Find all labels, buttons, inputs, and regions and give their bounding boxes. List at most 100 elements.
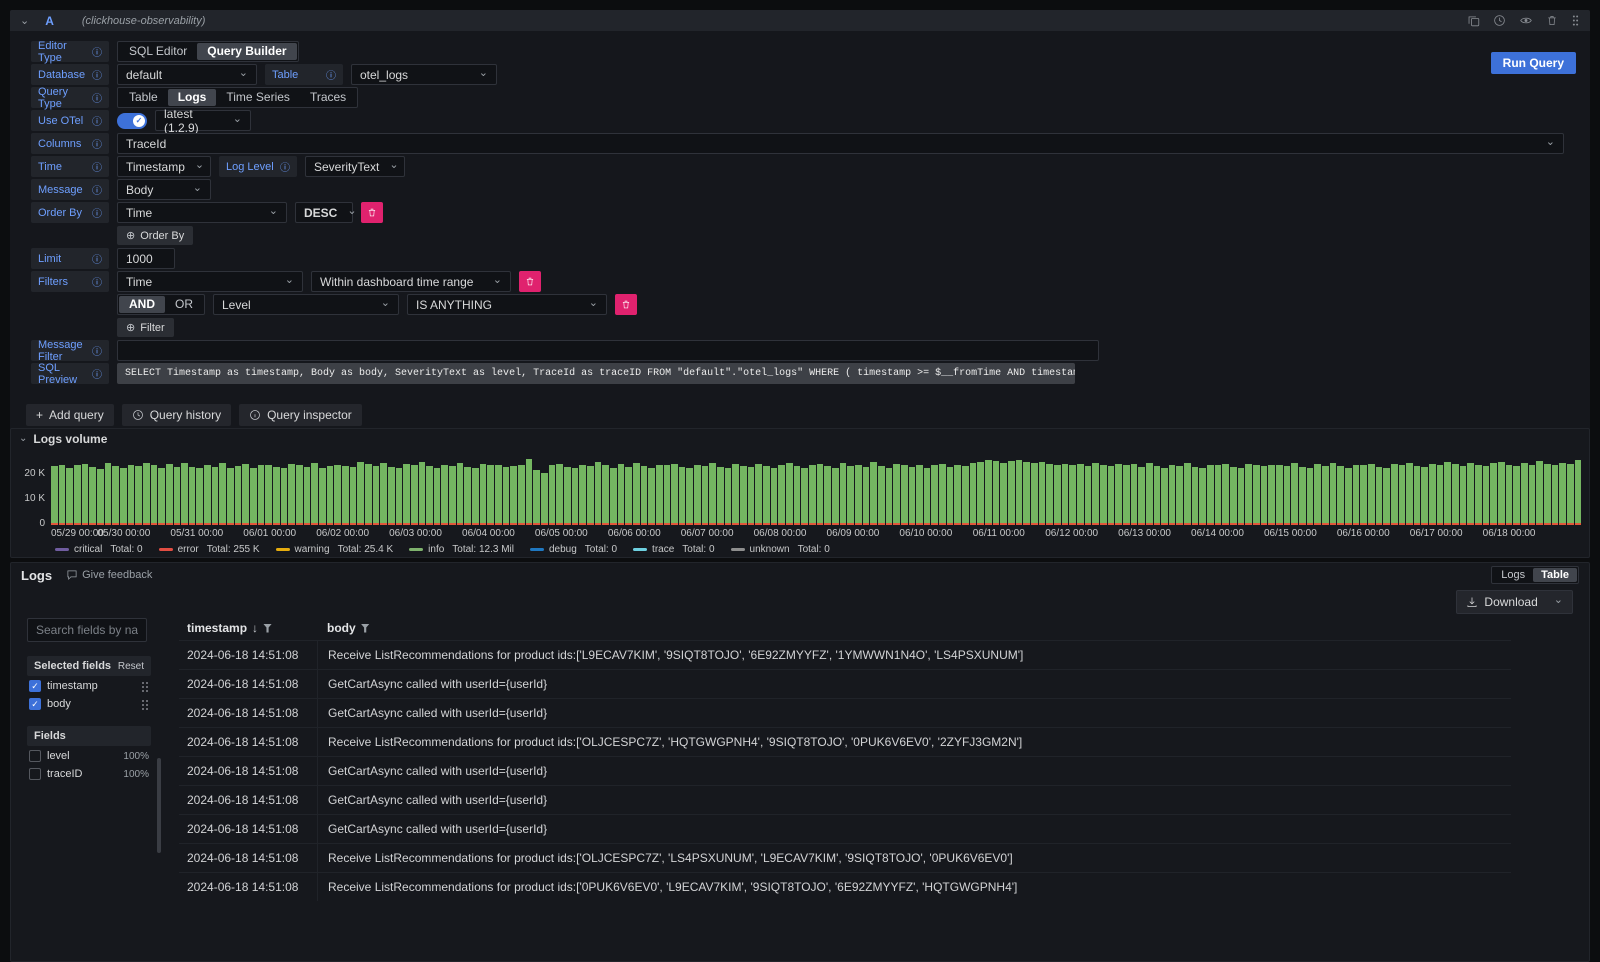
otel-version-select[interactable]: latest (1.2.9)⌄ xyxy=(155,110,251,131)
delete-query-icon[interactable] xyxy=(1546,14,1558,27)
field-checkbox[interactable]: ✓ xyxy=(29,698,41,710)
option-sql-editor[interactable]: SQL Editor xyxy=(119,43,197,60)
drag-handle-icon[interactable] xyxy=(1571,14,1580,27)
field-checkbox[interactable]: ✓ xyxy=(29,680,41,692)
legend-item-debug[interactable]: debugTotal: 0 xyxy=(530,544,617,555)
logs-volume-plot[interactable] xyxy=(51,453,1581,525)
run-query-button[interactable]: Run Query xyxy=(1491,52,1576,74)
info-icon[interactable]: ⓘ xyxy=(326,67,336,82)
legend-item-unknown[interactable]: unknownTotal: 0 xyxy=(731,544,830,555)
hide-response-eye-icon[interactable] xyxy=(1519,14,1533,27)
filter-field-select[interactable]: Time⌄ xyxy=(117,271,303,292)
filter-funnel-icon[interactable] xyxy=(361,624,370,633)
order-by-field-select[interactable]: Time⌄ xyxy=(117,202,287,223)
info-icon[interactable]: ⓘ xyxy=(92,90,102,105)
log-table-row[interactable]: 2024-06-18 14:51:08GetCartAsync called w… xyxy=(179,698,1511,727)
use-otel-toggle[interactable]: ✓ xyxy=(117,113,147,129)
log-table-row[interactable]: 2024-06-18 14:51:08GetCartAsync called w… xyxy=(179,669,1511,698)
log-table-row[interactable]: 2024-06-18 14:51:08Receive ListRecommend… xyxy=(179,872,1511,901)
field-checkbox[interactable] xyxy=(29,750,41,762)
legend-series-name: debug xyxy=(549,544,577,555)
option-traces[interactable]: Traces xyxy=(300,89,356,106)
info-icon[interactable]: ⓘ xyxy=(92,274,102,289)
download-button[interactable]: Download ⌄ xyxy=(1456,590,1573,614)
timestamp-column-header[interactable]: timestamp ↓ xyxy=(179,621,317,635)
info-icon[interactable]: ⓘ xyxy=(92,343,102,358)
option-logs[interactable]: Logs xyxy=(1493,568,1533,582)
volume-bar xyxy=(327,466,334,525)
add-filter-button[interactable]: ⊕Filter xyxy=(117,318,174,337)
info-icon[interactable]: ⓘ xyxy=(92,182,102,197)
add-order-by-button[interactable]: ⊕Order By xyxy=(117,226,193,245)
log-table-row[interactable]: 2024-06-18 14:51:08Receive ListRecommend… xyxy=(179,727,1511,756)
limit-input[interactable] xyxy=(117,248,175,269)
message-filter-input[interactable] xyxy=(117,340,1099,361)
info-icon[interactable]: ⓘ xyxy=(92,251,102,266)
remove-filter-condition-button[interactable] xyxy=(615,294,637,315)
duplicate-query-icon[interactable] xyxy=(1467,14,1480,27)
info-circle-icon xyxy=(249,409,261,421)
field-item-body: ✓body xyxy=(27,694,151,712)
log-table-row[interactable]: 2024-06-18 14:51:08GetCartAsync called w… xyxy=(179,785,1511,814)
sort-desc-icon[interactable]: ↓ xyxy=(252,621,258,635)
info-icon[interactable]: ⓘ xyxy=(92,205,102,220)
option-query-builder[interactable]: Query Builder xyxy=(197,43,296,60)
field-checkbox[interactable] xyxy=(29,768,41,780)
drag-handle-icon[interactable] xyxy=(141,681,149,692)
reset-button[interactable]: Reset xyxy=(118,661,144,672)
log-table-row[interactable]: 2024-06-18 14:51:08GetCartAsync called w… xyxy=(179,756,1511,785)
info-icon[interactable]: ⓘ xyxy=(92,366,102,381)
body-column-header[interactable]: body xyxy=(317,621,1511,635)
logs-volume-header[interactable]: ⌄ Logs volume xyxy=(11,429,1589,449)
log-table-row[interactable]: 2024-06-18 14:51:08Receive ListRecommend… xyxy=(179,640,1511,669)
option-table[interactable]: Table xyxy=(1533,568,1577,582)
log-table-row[interactable]: 2024-06-18 14:51:08Receive ListRecommend… xyxy=(179,843,1511,872)
filter-condition-select[interactable]: Within dashboard time range⌄ xyxy=(311,271,511,292)
y-axis: 20 K 10 K 0 xyxy=(11,453,51,525)
query-inspector-button[interactable]: Query inspector xyxy=(239,404,362,426)
add-query-button[interactable]: +Add query xyxy=(26,404,114,426)
legend-item-info[interactable]: infoTotal: 12.3 Mil xyxy=(409,544,514,555)
columns-multiselect[interactable]: TraceId⌄ xyxy=(117,133,1564,154)
query-row-header[interactable]: ⌄ A (clickhouse-observability) xyxy=(10,10,1590,31)
info-icon[interactable]: ⓘ xyxy=(92,159,102,174)
volume-bar xyxy=(1536,461,1543,525)
filter-funnel-icon[interactable] xyxy=(263,624,272,633)
filter-field2-select[interactable]: Level⌄ xyxy=(213,294,399,315)
option-and[interactable]: AND xyxy=(119,296,165,313)
info-icon[interactable]: ⓘ xyxy=(280,159,290,174)
time-column-select[interactable]: Timestamp⌄ xyxy=(117,156,211,177)
message-column-select[interactable]: Body⌄ xyxy=(117,179,211,200)
option-time-series[interactable]: Time Series xyxy=(216,89,300,106)
search-fields-input[interactable] xyxy=(27,618,147,642)
volume-bar xyxy=(1421,467,1428,525)
give-feedback-link[interactable]: Give feedback xyxy=(66,569,152,581)
info-icon[interactable]: ⓘ xyxy=(92,113,102,128)
query-history-icon[interactable] xyxy=(1493,14,1506,27)
info-icon[interactable]: ⓘ xyxy=(92,44,102,59)
legend-item-trace[interactable]: traceTotal: 0 xyxy=(633,544,714,555)
info-icon[interactable]: ⓘ xyxy=(92,136,102,151)
legend-item-critical[interactable]: criticalTotal: 0 xyxy=(55,544,143,555)
option-or[interactable]: OR xyxy=(165,296,203,313)
legend-item-warning[interactable]: warningTotal: 25.4 K xyxy=(276,544,394,555)
table-select[interactable]: otel_logs⌄ xyxy=(351,64,497,85)
volume-bar xyxy=(641,466,648,525)
filter-operator-select[interactable]: IS ANYTHING⌄ xyxy=(407,294,607,315)
info-icon[interactable]: ⓘ xyxy=(92,67,102,82)
collapse-chevron-icon[interactable]: ⌄ xyxy=(19,435,27,443)
remove-filter-button[interactable] xyxy=(519,271,541,292)
legend-item-error[interactable]: errorTotal: 255 K xyxy=(159,544,260,555)
log-level-select[interactable]: SeverityText⌄ xyxy=(305,156,405,177)
query-history-button[interactable]: Query history xyxy=(122,404,231,426)
log-table-row[interactable]: 2024-06-18 14:51:08GetCartAsync called w… xyxy=(179,814,1511,843)
sidebar-scrollbar[interactable] xyxy=(157,758,161,853)
volume-bar xyxy=(648,468,655,525)
option-table[interactable]: Table xyxy=(119,89,168,106)
collapse-chevron-icon[interactable]: ⌄ xyxy=(20,16,29,26)
order-by-direction-select[interactable]: DESC⌄ xyxy=(295,202,353,223)
remove-order-by-button[interactable] xyxy=(361,202,383,223)
drag-handle-icon[interactable] xyxy=(141,699,149,710)
option-logs[interactable]: Logs xyxy=(168,89,217,106)
database-select[interactable]: default⌄ xyxy=(117,64,257,85)
